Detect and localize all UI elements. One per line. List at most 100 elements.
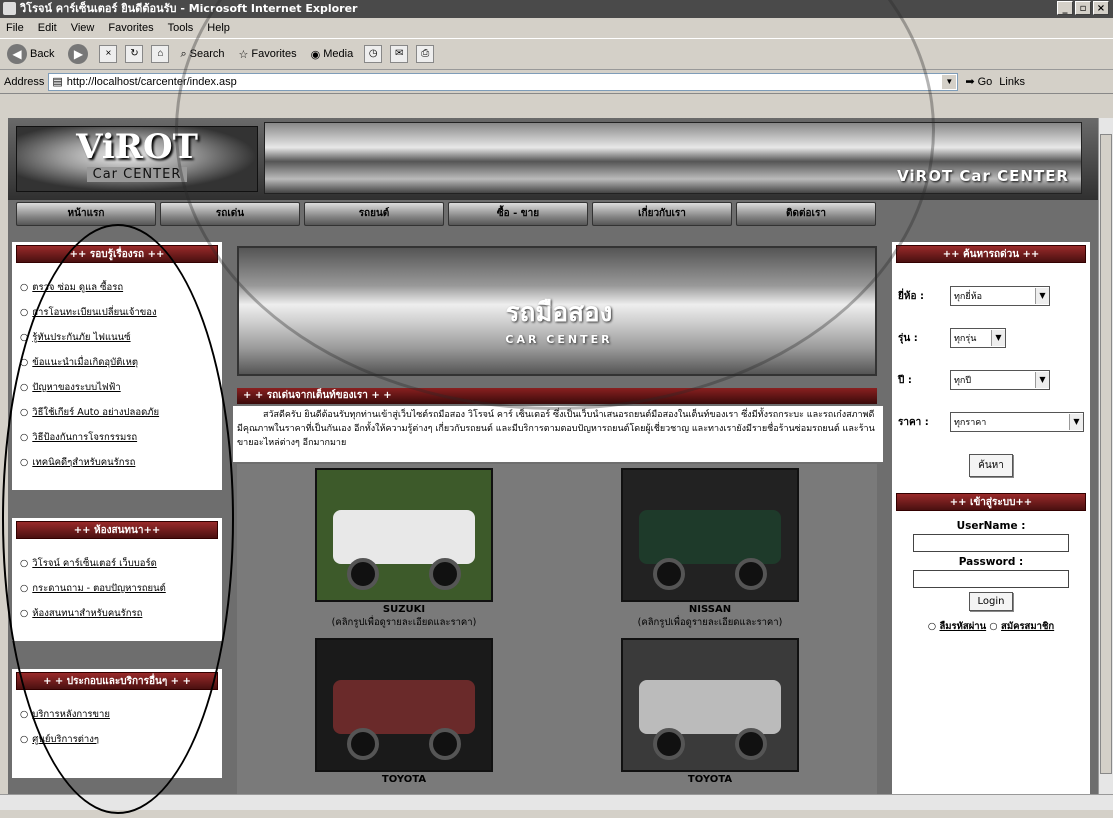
media-label: Media bbox=[323, 48, 354, 60]
login-links: ○ ลืมรหัสผ่าน ○ สมัครสมาชิก bbox=[898, 619, 1084, 634]
list-item[interactable]: ○ ศูนย์บริการต่างๆ bbox=[20, 732, 214, 747]
bullet-icon: ○ bbox=[989, 621, 1002, 632]
nav-contact[interactable]: ติดต่อเรา bbox=[736, 202, 876, 226]
menu-edit[interactable]: Edit bbox=[38, 18, 57, 38]
favorites-button[interactable]: ☆ Favorites bbox=[236, 46, 300, 63]
main-banner: รถมือสอง CAR CENTER bbox=[237, 246, 877, 376]
chevron-down-icon: ▼ bbox=[1035, 372, 1049, 388]
mail-icon[interactable]: ✉ bbox=[390, 45, 409, 63]
nav-home[interactable]: หน้าแรก bbox=[16, 202, 156, 226]
menu-bar: File Edit View Favorites Tools Help bbox=[0, 18, 1113, 38]
address-dropdown-icon[interactable]: ▼ bbox=[942, 74, 957, 89]
password-field[interactable] bbox=[913, 570, 1069, 588]
close-button[interactable]: × bbox=[1093, 1, 1109, 15]
bullet-icon: ○ bbox=[20, 583, 29, 594]
stop-icon[interactable]: × bbox=[99, 45, 118, 63]
vertical-scrollbar[interactable] bbox=[1098, 118, 1113, 794]
menu-help[interactable]: Help bbox=[207, 18, 230, 38]
chevron-down-icon: ▼ bbox=[1035, 288, 1049, 304]
car-name: NISSAN bbox=[688, 604, 732, 615]
scrollbar-thumb[interactable] bbox=[1100, 134, 1112, 774]
car-name: TOYOTA bbox=[381, 773, 427, 785]
forward-button[interactable]: ▶ bbox=[65, 42, 91, 66]
menu-view[interactable]: View bbox=[71, 18, 95, 38]
model-label: รุ่น : bbox=[898, 332, 918, 344]
car-grid: SUZUKI (คลิกรูปเพื่อดูรายละเอียดและราคา)… bbox=[237, 464, 877, 794]
model-select[interactable]: ทุกรุ่น ▼ bbox=[950, 328, 1006, 348]
price-row: ราคา : ทุกราคา ▼ bbox=[898, 412, 1090, 432]
window-title: วิโรจน์ คาร์เซ็นเตอร์ ยินดีต้อนรับ - Mic… bbox=[20, 2, 358, 15]
list-item[interactable]: ○ ตรวจ ซ่อม ดูแล ซื้อรถ bbox=[20, 280, 214, 295]
car-card: SUZUKI (คลิกรูปเพื่อดูรายละเอียดและราคา) bbox=[251, 468, 557, 638]
brand-label: ยี่ห้อ : bbox=[898, 290, 924, 302]
car-note: (คลิกรูปเพื่อดูรายละเอียดและราคา) bbox=[331, 617, 477, 628]
go-arrow-icon: ➡ bbox=[965, 76, 975, 88]
car-image[interactable] bbox=[315, 468, 493, 602]
address-input[interactable]: ▤ http://localhost/carcenter/index.asp ▼ bbox=[48, 72, 959, 91]
minimize-button[interactable]: _ bbox=[1057, 1, 1073, 15]
history-icon[interactable]: ◷ bbox=[364, 45, 383, 63]
login-button[interactable]: Login bbox=[968, 592, 1014, 611]
register-link[interactable]: สมัครสมาชิก bbox=[1001, 621, 1054, 632]
banner-right-text: ViROT Car CENTER bbox=[897, 167, 1069, 185]
list-item[interactable]: ○ วิโรจน์ คาร์เซ็นเตอร์ เว็บบอร์ด bbox=[20, 556, 214, 571]
horizontal-scrollbar[interactable] bbox=[0, 794, 1113, 810]
list-item[interactable]: ○ การโอนทะเบียนเปลี่ยนเจ้าของ bbox=[20, 305, 214, 320]
year-select[interactable]: ทุกปี ▼ bbox=[950, 370, 1050, 390]
forgot-password-link[interactable]: ลืมรหัสผ่าน bbox=[939, 621, 986, 632]
go-button[interactable]: ➡ Go bbox=[962, 73, 995, 90]
nav-featured[interactable]: รถเด่น bbox=[160, 202, 300, 226]
print-icon[interactable]: ⎙ bbox=[416, 45, 435, 63]
nav-cars[interactable]: รถยนต์ bbox=[304, 202, 444, 226]
car-note: (คลิกรูปเพื่อดูรายละเอียดและราคา) bbox=[637, 617, 783, 628]
list-item[interactable]: ○ ปัญหาของระบบไฟฟ้า bbox=[20, 380, 214, 395]
chevron-down-icon: ▼ bbox=[991, 330, 1005, 346]
list-item[interactable]: ○ วิธีป้องกันการโจรกรรมรถ bbox=[20, 430, 214, 445]
refresh-icon[interactable]: ↻ bbox=[125, 45, 144, 63]
list-item[interactable]: ○ เทคนิคดีๆสำหรับคนรักรถ bbox=[20, 455, 214, 470]
maximize-button[interactable]: ▫ bbox=[1075, 1, 1091, 15]
back-button[interactable]: ◀ Back bbox=[4, 42, 57, 66]
brand-select[interactable]: ทุกยี่ห้อ ▼ bbox=[950, 286, 1050, 306]
price-label: ราคา : bbox=[898, 416, 929, 428]
ie-icon bbox=[3, 2, 16, 15]
nav-buy-sell[interactable]: ซื้อ - ขาย bbox=[448, 202, 588, 226]
services-links: ○ บริการหลังการขาย ○ ศูนย์บริการต่างๆ bbox=[12, 693, 222, 767]
price-select[interactable]: ทุกราคา ▼ bbox=[950, 412, 1084, 432]
services-header: + + ประกอบและบริการอื่นๆ + + bbox=[16, 672, 218, 690]
window-titlebar: วิโรจน์ คาร์เซ็นเตอร์ ยินดีต้อนรับ - Mic… bbox=[0, 0, 1113, 18]
list-item[interactable]: ○ ห้องสนทนาสำหรับคนรักรถ bbox=[20, 606, 214, 621]
chat-room-links: ○ วิโรจน์ คาร์เซ็นเตอร์ เว็บบอร์ด ○ กระดาน… bbox=[12, 542, 222, 641]
home-icon[interactable]: ⌂ bbox=[151, 45, 170, 63]
menu-favorites[interactable]: Favorites bbox=[108, 18, 153, 38]
list-item[interactable]: ○ รู้ทันประกันภัย ไฟแนนซ์ bbox=[20, 330, 214, 345]
username-field[interactable] bbox=[913, 534, 1069, 552]
web-page: ViROT Car CENTER ViROT Car CENTER หน้าแร… bbox=[8, 118, 1098, 794]
list-item[interactable]: ○ ข้อแนะนำเมื่อเกิดอุบัติเหตุ bbox=[20, 355, 214, 370]
car-knowledge-links: ○ ตรวจ ซ่อม ดูแล ซื้อรถ ○ การโอนทะเบียนเปล… bbox=[12, 266, 222, 490]
menu-file[interactable]: File bbox=[6, 18, 24, 38]
welcome-text: สวัสดีครับ ยินดีต้อนรับทุกท่านเข้าสู่เว็… bbox=[233, 406, 883, 462]
bullet-icon: ○ bbox=[20, 382, 29, 393]
menu-tools[interactable]: Tools bbox=[168, 18, 194, 38]
car-image[interactable] bbox=[621, 637, 799, 772]
list-item[interactable]: ○ กระดานถาม - ตอบปัญหารถยนต์ bbox=[20, 581, 214, 596]
car-image[interactable] bbox=[621, 468, 799, 602]
search-button[interactable]: ⌕ Search bbox=[177, 46, 227, 63]
nav-about[interactable]: เกี่ยวกับเรา bbox=[592, 202, 732, 226]
window-controls: _ ▫ × bbox=[1057, 1, 1109, 15]
search-submit-button[interactable]: ค้นหา bbox=[969, 454, 1013, 477]
car-knowledge-header: ++ รอบรู้เรื่องรถ ++ bbox=[16, 245, 218, 263]
media-button[interactable]: ◉ Media bbox=[308, 46, 357, 63]
car-name: SUZUKI bbox=[382, 604, 426, 615]
list-item[interactable]: ○ วิธีใช้เกียร์ Auto อย่างปลอดภัย bbox=[20, 405, 214, 420]
bullet-icon: ○ bbox=[20, 307, 29, 318]
list-item[interactable]: ○ บริการหลังการขาย bbox=[20, 707, 214, 722]
banner-image: ViROT Car CENTER bbox=[264, 122, 1082, 194]
links-label[interactable]: Links bbox=[999, 76, 1025, 88]
car-image[interactable] bbox=[315, 637, 493, 772]
bullet-icon: ○ bbox=[927, 621, 940, 632]
site-logo[interactable]: ViROT Car CENTER bbox=[16, 126, 258, 192]
chevron-down-icon: ▼ bbox=[1069, 414, 1083, 430]
forward-arrow-icon: ▶ bbox=[68, 44, 89, 64]
